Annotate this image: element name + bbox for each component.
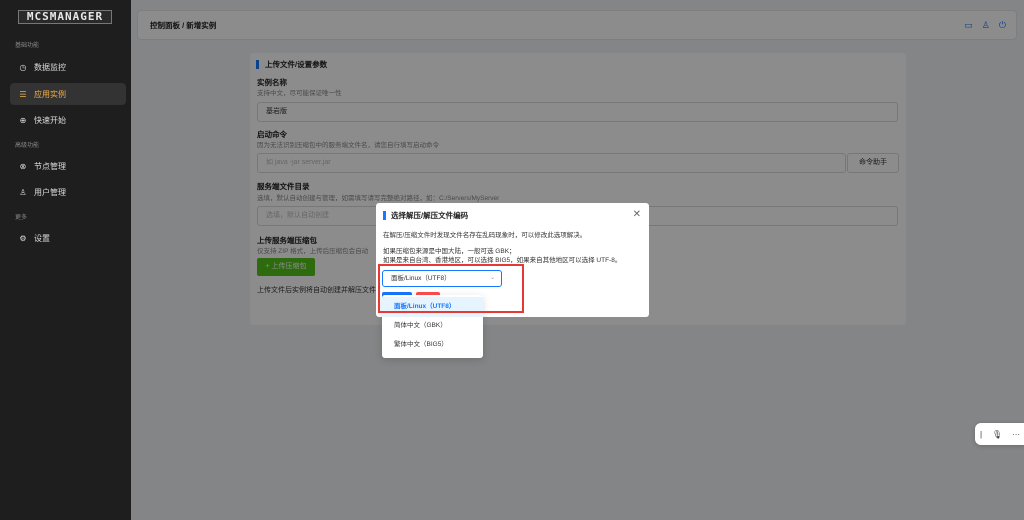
sidebar-item-quickstart[interactable]: ⊕ 快速开始 [10,109,126,131]
sidebar-item-instances[interactable]: ☰ 应用实例 [10,83,126,105]
sidebar-item-monitor[interactable]: ◷ 数据监控 [10,56,126,78]
section-label-advanced: 高级功能 [15,143,40,149]
database-icon: ☰ [19,89,27,99]
sidebar-item-label: 设置 [34,233,50,243]
clock-icon: ◷ [19,62,27,72]
sidebar: MCSMANAGER 基础功能 ◷ 数据监控 ☰ 应用实例 ⊕ 快速开始 高级功… [0,0,131,520]
modal-title: 选择解压/解压文件编码 [383,211,468,220]
more-icon[interactable]: ··· [1012,430,1020,439]
sidebar-item-label: 快速开始 [34,115,66,125]
sidebar-item-nodes[interactable]: ⊗ 节点管理 [10,155,126,177]
node-icon: ⊗ [19,161,27,171]
section-label-more: 更多 [15,215,28,221]
floating-toolbar: | 🎙 ··· [975,423,1024,445]
plus-circle-icon: ⊕ [19,115,27,125]
highlight-box [378,264,524,313]
modal-text-1: 在解压/压缩文件时发现文件名存在乱码现象时，可以修改此选项解决。 [383,232,587,239]
mic-icon[interactable]: 🎙 [992,430,1002,439]
option-gbk[interactable]: 简体中文（GBK） [382,316,483,336]
sidebar-item-label: 数据监控 [34,62,66,72]
app-logo: MCSMANAGER [18,10,112,24]
user-icon: ♙ [19,187,27,197]
sidebar-item-users[interactable]: ♙ 用户管理 [10,181,126,203]
option-big5[interactable]: 繁体中文（BIG5） [382,335,483,355]
sidebar-item-label: 应用实例 [34,89,66,99]
close-icon[interactable]: ✕ [633,209,641,220]
sidebar-item-settings[interactable]: ⚙ 设置 [10,227,126,249]
gear-icon: ⚙ [19,233,27,243]
modal-text-3: 如果是来自台湾、香港地区，可以选择 BIG5，如果来自其他地区可以选择 UTF-… [383,257,622,264]
cursor-icon[interactable]: | [980,430,982,439]
sidebar-item-label: 节点管理 [34,161,66,171]
sidebar-item-label: 用户管理 [34,187,66,197]
section-label-basic: 基础功能 [15,43,40,49]
